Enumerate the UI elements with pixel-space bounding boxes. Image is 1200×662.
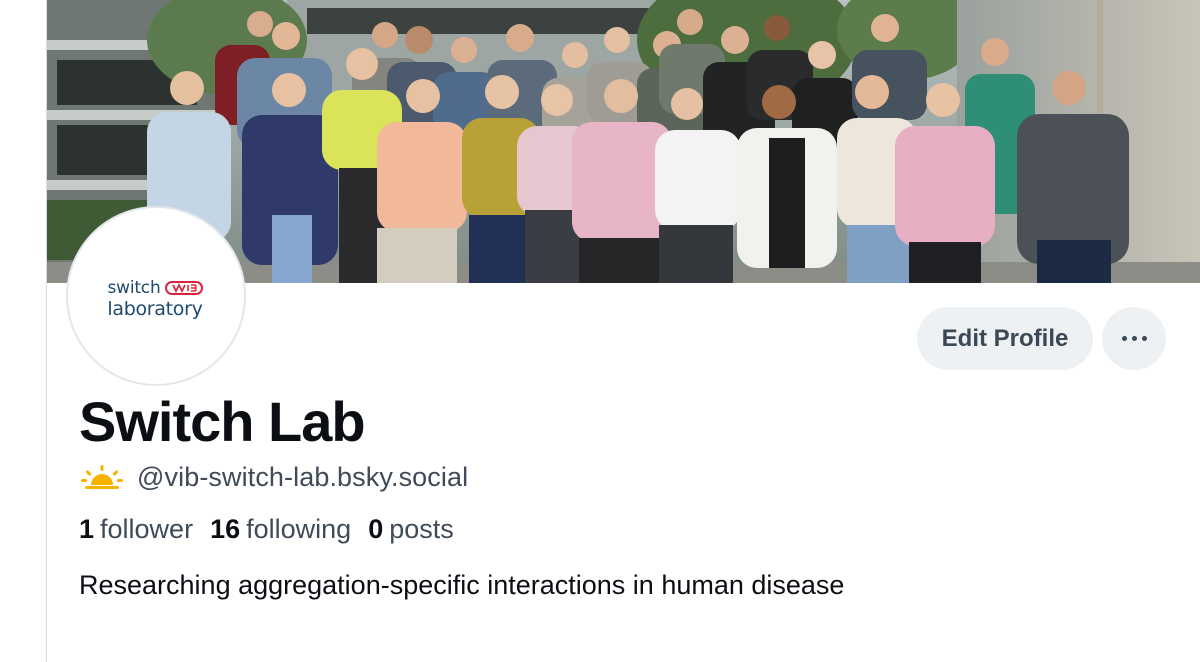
profile-handle-row: @vib-switch-lab.bsky.social bbox=[81, 459, 468, 495]
profile-handle: @vib-switch-lab.bsky.social bbox=[137, 461, 469, 492]
avatar-logo-line2: laboratory bbox=[107, 298, 203, 320]
profile-avatar[interactable]: switch laboratory bbox=[68, 208, 244, 384]
ellipsis-icon bbox=[1121, 336, 1147, 341]
edit-profile-button[interactable]: Edit Profile bbox=[917, 307, 1093, 370]
followers-link[interactable]: 1 follower bbox=[79, 514, 193, 545]
sun-icon bbox=[81, 465, 123, 489]
following-link[interactable]: 16 following bbox=[210, 514, 351, 545]
posts-count: 0 bbox=[368, 513, 384, 544]
followers-label: follower bbox=[100, 513, 194, 544]
profile-stats: 1 follower 16 following 0 posts bbox=[79, 512, 471, 546]
profile-bio: Researching aggregation-specific interac… bbox=[79, 570, 845, 600]
posts-count-group: 0 posts bbox=[368, 514, 454, 545]
posts-label: posts bbox=[389, 513, 454, 544]
vib-logo-icon bbox=[164, 281, 203, 295]
more-options-button[interactable] bbox=[1102, 307, 1166, 370]
following-label: following bbox=[246, 513, 352, 544]
avatar-logo-line1: switch bbox=[107, 278, 203, 298]
profile-display-name: Switch Lab bbox=[79, 390, 366, 453]
followers-count: 1 bbox=[79, 513, 95, 544]
following-count: 16 bbox=[210, 513, 241, 544]
